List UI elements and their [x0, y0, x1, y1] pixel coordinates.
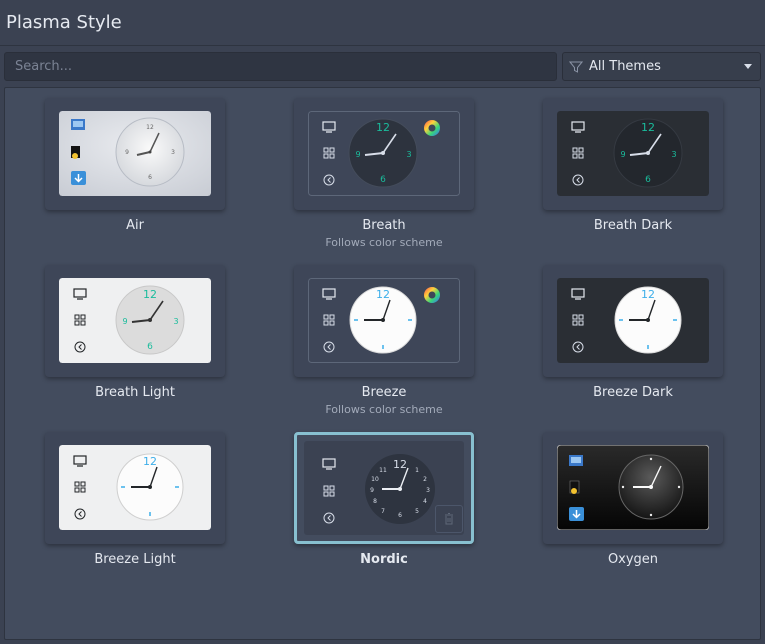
- svg-text:3: 3: [671, 150, 676, 159]
- svg-text:4: 4: [423, 498, 427, 505]
- svg-text:3: 3: [173, 317, 178, 326]
- svg-text:5: 5: [415, 508, 419, 515]
- search-input[interactable]: Search...: [4, 52, 557, 81]
- theme-tile-air[interactable]: 12 3 6 9 Air: [45, 98, 225, 238]
- theme-tile-breath-dark[interactable]: 12 3 6 9 Breath Dark: [543, 98, 723, 238]
- svg-text:9: 9: [125, 149, 129, 156]
- funnel-icon: [569, 61, 583, 73]
- svg-text:6: 6: [380, 175, 386, 185]
- theme-preview-frame: 12: [543, 265, 723, 377]
- theme-preview-frame-selected: 12 12 3 45 6 78 9 10 11: [294, 432, 474, 544]
- svg-text:9: 9: [620, 150, 625, 159]
- theme-preview: [557, 445, 709, 530]
- theme-preview: 12 3 6 9: [59, 278, 211, 363]
- theme-preview-frame: 12 3 6 9: [45, 98, 225, 210]
- theme-preview-frame: 12 3 6 9: [543, 98, 723, 210]
- svg-text:9: 9: [355, 150, 360, 159]
- theme-name: Breath Dark: [593, 218, 673, 233]
- theme-subtitle: Follows color scheme: [325, 236, 443, 249]
- svg-text:6: 6: [148, 174, 152, 181]
- svg-text:8: 8: [373, 498, 377, 505]
- theme-preview-frame: [543, 432, 723, 544]
- theme-preview-frame: 12: [294, 265, 474, 377]
- svg-text:1: 1: [415, 467, 419, 474]
- theme-name: Breeze: [361, 385, 407, 400]
- theme-preview-frame: 12 3 6 9: [294, 98, 474, 210]
- svg-text:3: 3: [406, 150, 411, 159]
- theme-preview: 12 3 6 9: [308, 111, 460, 196]
- svg-text:7: 7: [381, 508, 385, 515]
- theme-preview: 12 3 6 9: [59, 111, 211, 196]
- theme-name: Nordic: [360, 552, 408, 567]
- theme-preview-frame: 12: [45, 432, 225, 544]
- svg-text:12: 12: [376, 288, 390, 301]
- svg-text:12: 12: [143, 455, 157, 468]
- svg-text:12: 12: [393, 458, 407, 471]
- theme-name: Air: [126, 218, 144, 233]
- theme-name: Breath Light: [95, 385, 175, 400]
- theme-preview: 12: [308, 278, 460, 363]
- theme-name: Breeze Light: [94, 552, 176, 567]
- theme-preview: 12: [557, 278, 709, 363]
- theme-tile-breeze[interactable]: 12 Breeze Follows color scheme: [294, 265, 474, 416]
- svg-text:6: 6: [645, 175, 651, 185]
- theme-preview: 12: [59, 445, 211, 530]
- theme-name: Breath: [362, 218, 406, 233]
- theme-name: Oxygen: [607, 552, 659, 567]
- svg-text:12: 12: [641, 288, 655, 301]
- svg-text:6: 6: [398, 512, 402, 519]
- svg-text:12: 12: [641, 121, 655, 134]
- svg-text:2: 2: [423, 476, 427, 483]
- delete-theme-button[interactable]: [435, 505, 463, 533]
- theme-tile-breeze-dark[interactable]: 12 Breeze Dark: [543, 265, 723, 405]
- trash-icon: [445, 513, 453, 525]
- theme-preview: 12 3 6 9: [557, 111, 709, 196]
- svg-text:10: 10: [371, 476, 379, 483]
- svg-text:3: 3: [426, 487, 430, 494]
- theme-name: Breeze Dark: [593, 385, 673, 400]
- svg-text:12: 12: [146, 124, 154, 131]
- theme-filter-select[interactable]: All Themes: [562, 52, 761, 81]
- theme-preview-frame: 12 3 6 9: [45, 265, 225, 377]
- svg-text:12: 12: [143, 288, 157, 301]
- svg-text:9: 9: [370, 487, 374, 494]
- theme-subtitle: Follows color scheme: [325, 403, 443, 416]
- theme-tile-oxygen[interactable]: Oxygen: [543, 432, 723, 572]
- page-title: Plasma Style: [6, 12, 122, 33]
- title-bar: Plasma Style: [0, 0, 765, 46]
- svg-text:9: 9: [122, 317, 127, 326]
- svg-text:12: 12: [376, 121, 390, 134]
- svg-text:3: 3: [171, 149, 175, 156]
- chevron-down-icon: [744, 64, 752, 69]
- theme-filter-label: All Themes: [589, 59, 661, 74]
- theme-tile-breath[interactable]: 12 3 6 9 Breath Follows color scheme: [294, 98, 474, 249]
- theme-tile-breeze-light[interactable]: 12 Breeze Light: [45, 432, 225, 572]
- theme-grid: 12 3 6 9 Air 12 3 6 9 Breath Follows col…: [4, 87, 761, 640]
- theme-tile-nordic[interactable]: 12 12 3 45 6 78 9 10 11 Nordic: [294, 432, 474, 572]
- theme-tile-breath-light[interactable]: 12 3 6 9 Breath Light: [45, 265, 225, 405]
- svg-text:11: 11: [379, 467, 387, 474]
- svg-text:6: 6: [147, 342, 153, 352]
